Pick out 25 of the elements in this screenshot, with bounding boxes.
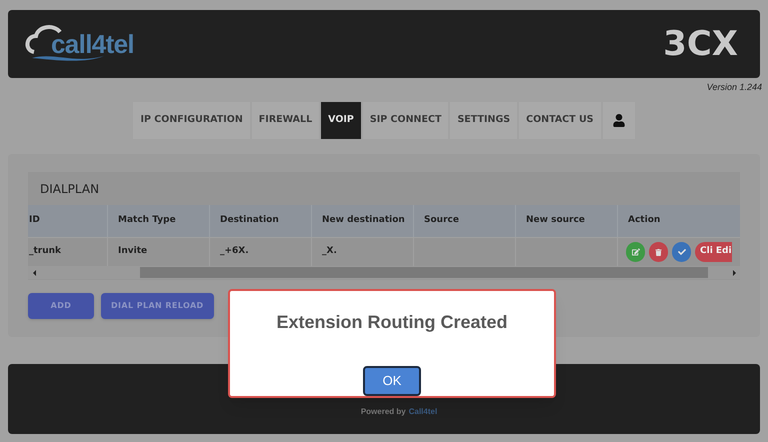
nav-tab[interactable]: FIREWALL: [252, 102, 320, 139]
nav-tab[interactable]: IP CONFIGURATION: [133, 102, 250, 139]
user-icon: [612, 114, 625, 127]
confirm-button[interactable]: [672, 242, 691, 262]
nav-tab[interactable]: CONTACT US: [519, 102, 601, 139]
nav-tab[interactable]: SIP CONNECT: [362, 102, 448, 139]
ok-button[interactable]: OK: [363, 366, 421, 396]
trash-icon: [655, 248, 662, 256]
logo-text: call4tel: [51, 31, 134, 57]
scroll-right-icon: [733, 270, 736, 276]
nav-tab[interactable]: VOIP: [321, 102, 361, 139]
edit-icon: [632, 248, 640, 256]
check-icon: [678, 248, 686, 256]
version-label: Version 1.244: [706, 83, 762, 94]
footer-text: Powered by: [360, 406, 406, 418]
dialog-message: Extension Routing Created: [276, 311, 508, 334]
user-tab[interactable]: [602, 102, 635, 139]
scrollbar-thumb[interactable]: [140, 267, 708, 278]
brand-logo-text: 3CX: [663, 27, 738, 61]
scroll-left-icon: [33, 270, 36, 276]
dialplan-title: DIALPLAN: [40, 180, 100, 198]
nav-tab[interactable]: SETTINGS: [450, 102, 518, 139]
cli-edit-button[interactable]: Cli Edi: [695, 242, 732, 262]
delete-button[interactable]: [649, 242, 668, 262]
edit-button[interactable]: [626, 242, 645, 262]
